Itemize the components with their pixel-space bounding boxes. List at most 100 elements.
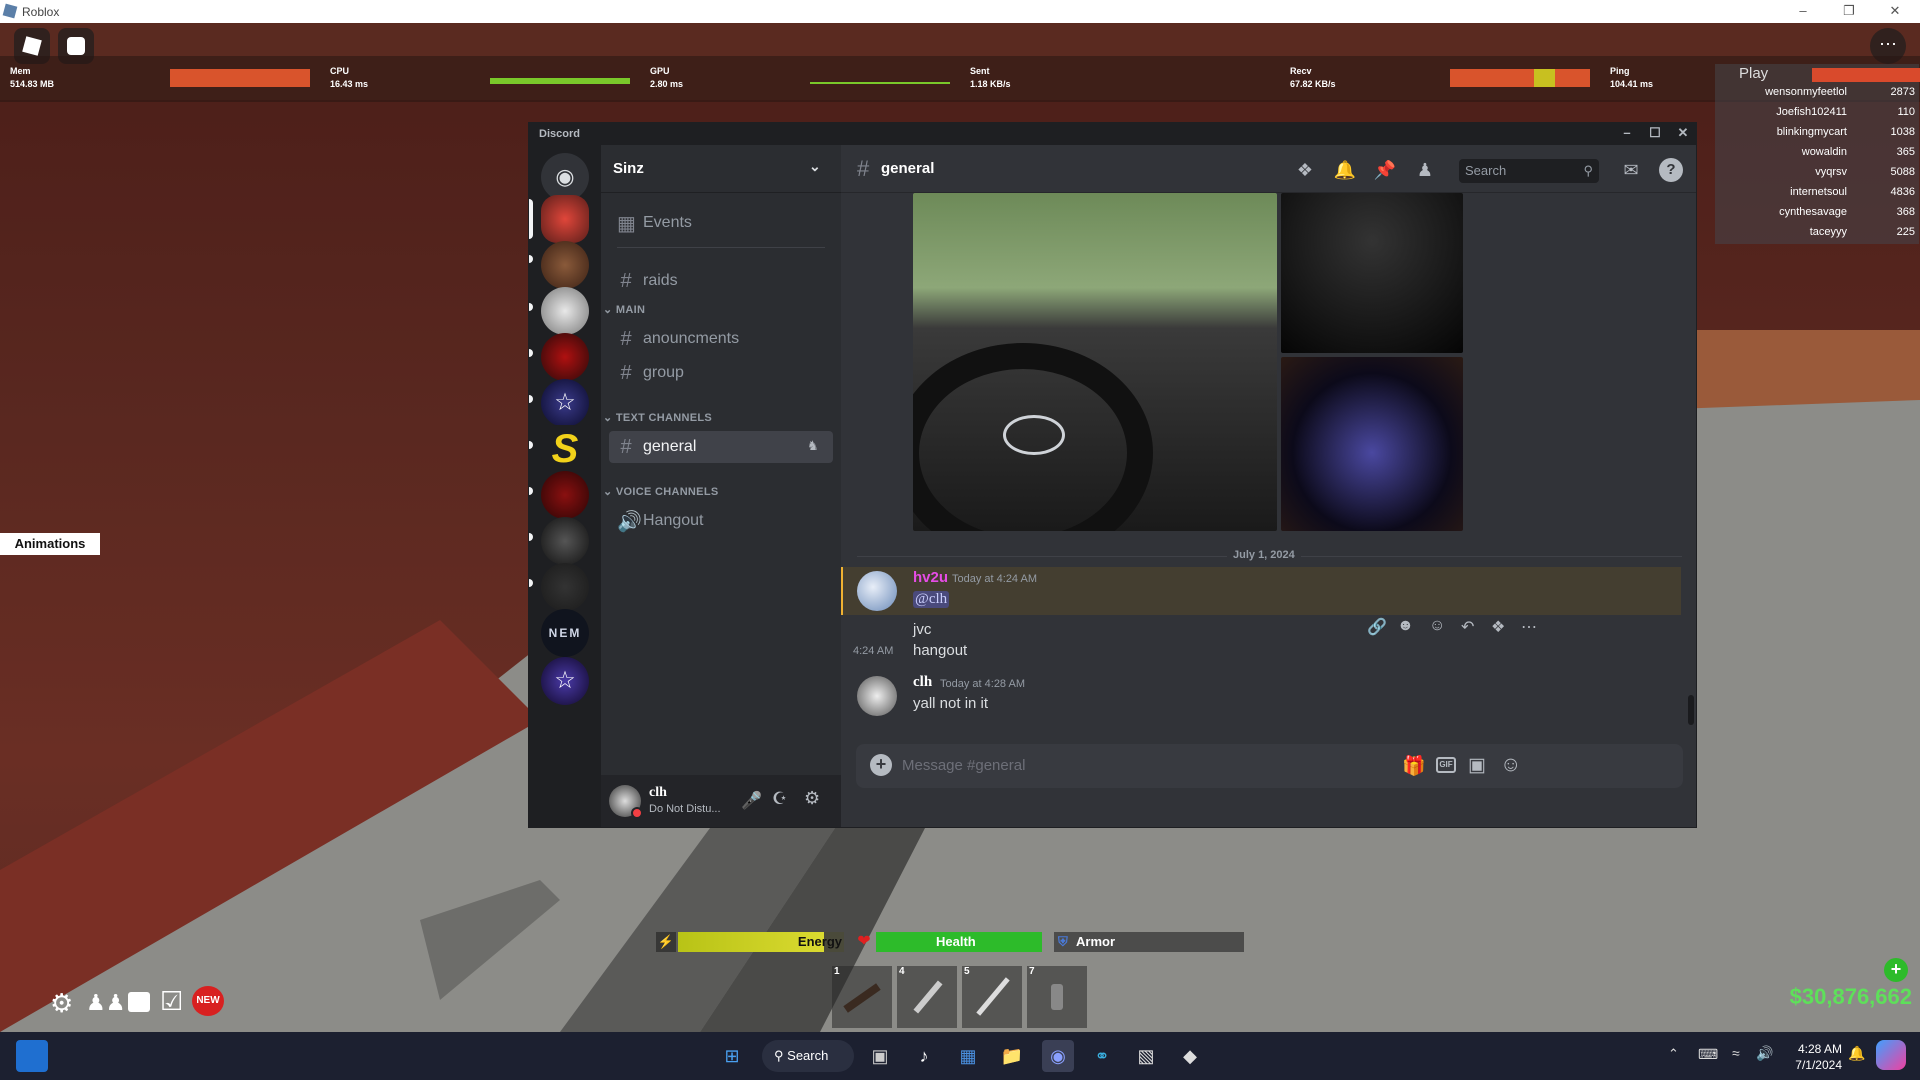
- leaderboard-row[interactable]: wowaldin 365: [1715, 146, 1919, 166]
- user-mention[interactable]: @clh: [913, 591, 950, 608]
- group-icon[interactable]: ♟♟: [86, 990, 125, 1016]
- settings-gear-icon[interactable]: ⚙: [804, 788, 820, 809]
- avatar[interactable]: [857, 676, 897, 716]
- help-icon[interactable]: ?: [1659, 158, 1683, 182]
- more-icon[interactable]: ⋯: [1521, 617, 1537, 637]
- clock-date[interactable]: 7/1/2024: [1784, 1058, 1842, 1072]
- close-button[interactable]: ✕: [1872, 0, 1918, 23]
- taskbar-search-button[interactable]: ⚲ Search: [762, 1040, 854, 1072]
- server-header[interactable]: Sinz ⌄: [601, 145, 841, 193]
- chevron-up-icon[interactable]: ⌃: [1668, 1046, 1679, 1062]
- message-author[interactable]: clh: [913, 674, 932, 691]
- hotbar-slot[interactable]: 7: [1027, 966, 1087, 1028]
- leaderboard-row[interactable]: blinkingmycart 1038: [1715, 126, 1919, 146]
- leaderboard-row[interactable]: vyqrsv 5088: [1715, 166, 1919, 186]
- discord-close-button[interactable]: ✕: [1669, 125, 1696, 141]
- channel-general[interactable]: # general ♞: [609, 431, 833, 463]
- search-input[interactable]: Search ⚲: [1459, 159, 1599, 183]
- add-money-icon[interactable]: +: [1884, 958, 1908, 982]
- minimize-button[interactable]: –: [1780, 0, 1826, 23]
- gif-icon[interactable]: GIF: [1436, 757, 1456, 773]
- animations-button[interactable]: Animations: [0, 533, 100, 555]
- add-reaction-icon[interactable]: ☻: [1397, 617, 1414, 635]
- leaderboard-row[interactable]: wensonmyfeetlol 2873: [1715, 86, 1919, 106]
- wifi-icon[interactable]: ≈: [1732, 1045, 1740, 1061]
- microsoft-store-icon[interactable]: ▦: [952, 1040, 984, 1072]
- copilot-icon[interactable]: [1876, 1040, 1906, 1070]
- create-thread-icon[interactable]: ❖: [1491, 617, 1505, 637]
- leaderboard-row[interactable]: cynthesavage 368: [1715, 206, 1919, 226]
- add-attachment-icon[interactable]: +: [870, 754, 892, 776]
- emoji-icon[interactable]: ☺: [1429, 617, 1445, 635]
- members-icon[interactable]: ♟: [1413, 158, 1437, 182]
- message-input[interactable]: + Message #general 🎁 GIF ▣ ☺: [856, 744, 1683, 788]
- checklist-icon[interactable]: ☑: [160, 986, 183, 1017]
- pin-icon[interactable]: 📌: [1373, 158, 1397, 182]
- channel-raids[interactable]: # raids: [609, 265, 833, 297]
- server-icon[interactable]: ☆: [541, 657, 589, 705]
- inventory-icon[interactable]: [128, 992, 150, 1012]
- image-attachment[interactable]: [913, 193, 1277, 531]
- discord-minimize-button[interactable]: –: [1613, 125, 1641, 140]
- image-attachment[interactable]: [1281, 193, 1463, 353]
- discord-taskbar-icon[interactable]: ◉: [1042, 1040, 1074, 1072]
- windows-start-icon[interactable]: ⊞: [716, 1040, 748, 1072]
- hotbar-slot[interactable]: 1: [832, 966, 892, 1028]
- headphones-icon[interactable]: ☪: [772, 789, 787, 809]
- reply-icon[interactable]: ↶: [1461, 617, 1474, 637]
- events-item[interactable]: ▦ Events: [609, 207, 833, 239]
- roblox-taskbar-icon[interactable]: ◆: [1174, 1040, 1206, 1072]
- leaderboard-row[interactable]: Joefish102411 110: [1715, 106, 1919, 126]
- server-icon[interactable]: [541, 517, 589, 565]
- task-view-icon[interactable]: ▣: [864, 1040, 896, 1072]
- bell-icon[interactable]: 🔔: [1333, 158, 1357, 182]
- channel-group[interactable]: # group: [609, 357, 833, 389]
- message-author[interactable]: hv2u: [913, 569, 948, 586]
- image-attachment[interactable]: [1281, 357, 1463, 531]
- leaderboard-row[interactable]: taceyyy 225: [1715, 226, 1919, 246]
- gear-icon[interactable]: ⚙: [50, 988, 73, 1019]
- discord-maximize-button[interactable]: ☐: [1641, 125, 1669, 141]
- server-icon[interactable]: [541, 241, 589, 289]
- threads-icon[interactable]: ❖: [1293, 158, 1317, 182]
- mute-microphone-icon[interactable]: 🎤: [741, 791, 762, 811]
- server-icon-nem[interactable]: NEM: [541, 609, 589, 657]
- inbox-icon[interactable]: ✉: [1619, 158, 1643, 182]
- tiktok-icon[interactable]: ♪: [908, 1040, 940, 1072]
- channel-hangout[interactable]: 🔊 Hangout: [609, 505, 833, 537]
- link-icon[interactable]: 🔗: [1367, 617, 1387, 637]
- gift-icon[interactable]: 🎁: [1402, 754, 1426, 778]
- new-badge-icon[interactable]: NEW: [192, 986, 224, 1016]
- server-icon-sinz[interactable]: [541, 195, 589, 243]
- app-window-icon[interactable]: ▧: [1130, 1040, 1162, 1072]
- sticker-icon[interactable]: ▣: [1468, 754, 1486, 777]
- chat-area: # general ❖ 🔔 📌 ♟ Search ⚲ ✉ ? July 1, 2…: [841, 145, 1696, 827]
- keyboard-icon[interactable]: ⌨: [1698, 1046, 1718, 1063]
- file-explorer-icon[interactable]: 📁: [996, 1040, 1028, 1072]
- volume-icon[interactable]: 🔊: [1756, 1045, 1773, 1062]
- emoji-picker-icon[interactable]: ☺: [1500, 753, 1521, 777]
- hotbar-slot[interactable]: 4: [897, 966, 957, 1028]
- widgets-icon[interactable]: [16, 1040, 48, 1072]
- leaderboard-row[interactable]: internetsoul 4836: [1715, 186, 1919, 206]
- category-voice-channels[interactable]: ⌄ VOICE CHANNELS: [603, 485, 718, 498]
- category-text-channels[interactable]: ⌄ TEXT CHANNELS: [603, 411, 712, 424]
- chat-scrollbar[interactable]: [1688, 695, 1694, 725]
- server-icon[interactable]: [541, 471, 589, 519]
- discord-home-button[interactable]: ◉: [541, 153, 589, 201]
- edge-browser-icon[interactable]: ⚭: [1086, 1040, 1118, 1072]
- notification-bell-icon[interactable]: 🔔: [1848, 1045, 1865, 1062]
- server-icon[interactable]: [541, 563, 589, 611]
- clock-time[interactable]: 4:28 AM: [1784, 1042, 1842, 1056]
- hotbar-slot[interactable]: 5: [962, 966, 1022, 1028]
- server-icon[interactable]: [541, 333, 589, 381]
- avatar[interactable]: [857, 571, 897, 611]
- category-main[interactable]: ⌄ MAIN: [603, 303, 645, 316]
- server-icon[interactable]: ☆: [541, 379, 589, 427]
- performance-stats: Mem 514.83 MB CPU 16.43 ms GPU 2.80 ms Sent…: [0, 56, 1920, 102]
- server-icon[interactable]: [541, 287, 589, 335]
- add-member-icon[interactable]: ♞: [807, 438, 819, 454]
- server-icon[interactable]: S: [541, 425, 589, 473]
- channel-anouncments[interactable]: # anouncments: [609, 323, 833, 355]
- restore-button[interactable]: ❐: [1826, 0, 1872, 23]
